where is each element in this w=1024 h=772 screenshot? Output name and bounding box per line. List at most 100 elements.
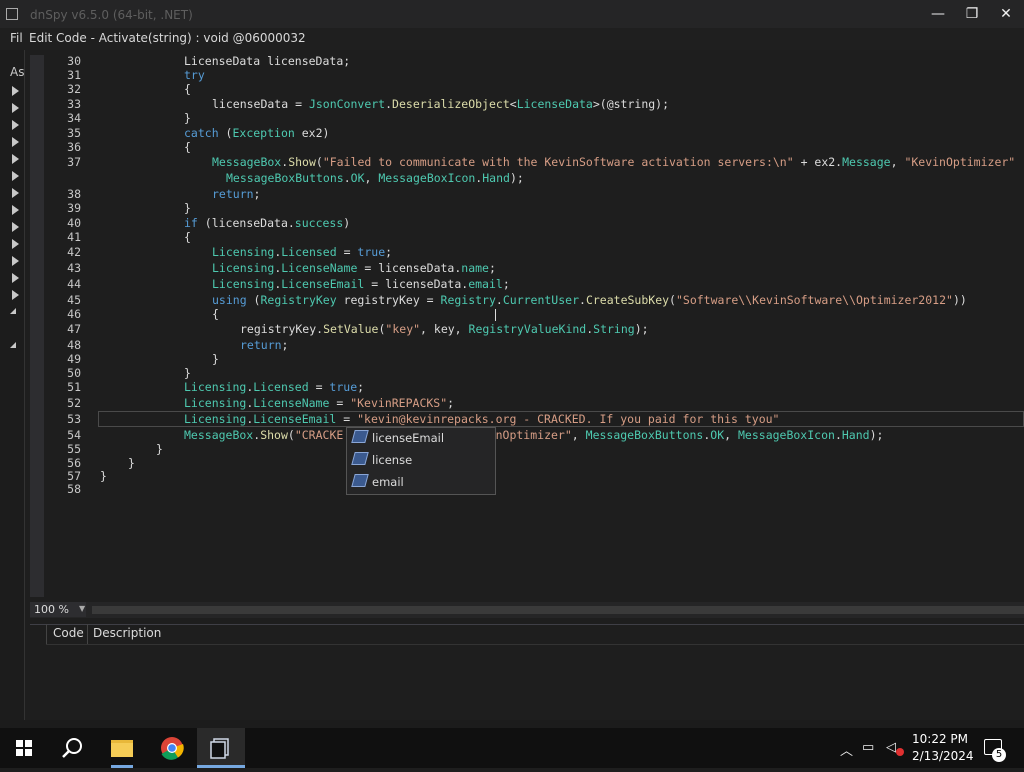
code-line[interactable]: 32 {	[48, 81, 1024, 97]
code-text: {	[184, 82, 191, 96]
close-button[interactable]: ✕	[989, 0, 1023, 28]
field-icon	[351, 452, 369, 465]
menu-file[interactable]: Fil	[10, 31, 23, 45]
line-number: 53	[67, 412, 81, 426]
expand-arrow-icon[interactable]	[12, 86, 19, 96]
line-number: 46	[67, 307, 81, 321]
expand-arrow-icon[interactable]	[12, 154, 19, 164]
windows-icon	[16, 740, 32, 756]
expand-arrow-icon[interactable]	[12, 188, 19, 198]
dnspy-taskbar-button[interactable]	[197, 728, 245, 768]
expand-arrow-icon[interactable]	[12, 137, 19, 147]
code-text: {	[184, 140, 191, 154]
start-button[interactable]	[0, 728, 48, 768]
code-line[interactable]: 58	[48, 481, 1024, 497]
code-line[interactable]: 36 {	[48, 139, 1024, 155]
code-text: }	[184, 201, 191, 215]
line-number: 39	[67, 201, 81, 215]
notification-count: 5	[992, 748, 1006, 762]
window-stack-icon	[197, 738, 245, 768]
code-line[interactable]: 37 MessageBox.Show("Failed to communicate…	[48, 154, 1024, 170]
mouse-cursor-icon	[495, 309, 496, 321]
expand-arrow-icon[interactable]	[12, 120, 19, 130]
code-line[interactable]: 52 Licensing.LicenseName = "KevinREPACKS"…	[48, 395, 1024, 411]
column-header-description[interactable]: Description	[93, 626, 161, 640]
network-icon[interactable]: ▭	[862, 740, 874, 755]
header-divider	[46, 644, 1024, 645]
minimize-button[interactable]: —	[921, 0, 955, 28]
autocomplete-item[interactable]: email	[351, 472, 491, 492]
code-text: Licensing.LicenseEmail = licenseData.ema…	[212, 277, 510, 291]
line-number: 47	[67, 322, 81, 336]
expand-arrow-icon[interactable]	[12, 103, 19, 113]
line-number: 44	[67, 277, 81, 291]
expand-arrow-icon[interactable]	[12, 222, 19, 232]
line-number: 41	[67, 230, 81, 244]
line-number: 43	[67, 261, 81, 275]
search-icon	[62, 738, 82, 758]
column-divider	[87, 624, 88, 644]
clock-date[interactable]: 2/13/2024	[912, 749, 974, 763]
collapse-arrow-icon[interactable]	[10, 342, 16, 348]
line-number: 58	[67, 482, 81, 496]
code-text: Licensing.LicenseEmail = "kevin@kevinrep…	[184, 412, 780, 426]
code-text: Licensing.Licensed = true;	[212, 245, 393, 259]
assembly-explorer-label: As	[10, 65, 25, 79]
code-line[interactable]: MessageBoxButtons.OK, MessageBoxIcon.Han…	[48, 170, 1024, 186]
code-line[interactable]: 43 Licensing.LicenseName = licenseData.na…	[48, 260, 1024, 276]
code-line[interactable]: 41 {	[48, 229, 1024, 245]
code-line[interactable]: 47 registryKey.SetValue("key", key, Regis…	[48, 321, 1024, 337]
column-header-code[interactable]: Code	[53, 626, 84, 640]
volume-muted-icon[interactable]: ◁	[886, 740, 896, 755]
app-icon	[6, 8, 18, 20]
expand-arrow-icon[interactable]	[12, 273, 19, 283]
code-text: {	[212, 307, 219, 321]
clock-time[interactable]: 10:22 PM	[912, 732, 968, 746]
edit-code-title: Edit Code - Activate(string) : void @060…	[29, 31, 306, 45]
code-text: Licensing.LicenseName = licenseData.name…	[212, 261, 496, 275]
autocomplete-popup: licenseEmail license email	[346, 427, 496, 495]
editor-margin	[30, 55, 44, 597]
code-line[interactable]: 53 Licensing.LicenseEmail = "kevin@kevinr…	[48, 411, 1024, 427]
code-editor[interactable]: 30 LicenseData licenseData; 31 try 32{33 lice…	[48, 53, 1024, 598]
code-text: MessageBoxButtons.OK, MessageBoxIcon.Han…	[226, 171, 524, 185]
code-line[interactable]: 34}	[48, 110, 1024, 126]
chrome-button[interactable]	[148, 728, 196, 768]
code-line[interactable]: 44 Licensing.LicenseEmail = licenseData.e…	[48, 276, 1024, 292]
collapse-arrow-icon[interactable]	[10, 308, 16, 314]
search-button[interactable]	[48, 728, 96, 768]
line-number: 42	[67, 245, 81, 259]
file-explorer-button[interactable]	[98, 728, 146, 768]
expand-arrow-icon[interactable]	[12, 239, 19, 249]
zoom-level[interactable]: 100 %	[30, 602, 86, 617]
code-text: registryKey.SetValue("key", key, Registr…	[240, 322, 649, 336]
field-icon	[351, 430, 369, 443]
code-line[interactable]: 51 Licensing.Licensed = true;	[48, 379, 1024, 395]
expand-arrow-icon[interactable]	[12, 171, 19, 181]
expand-arrow-icon[interactable]	[12, 290, 19, 300]
code-text: MessageBox.Show("Failed to communicate w…	[212, 155, 1016, 169]
line-number: 37	[67, 155, 81, 169]
code-line[interactable]: 39}	[48, 200, 1024, 216]
autocomplete-item[interactable]: licenseEmail	[351, 428, 491, 448]
expand-arrow-icon[interactable]	[12, 205, 19, 215]
line-number: 34	[67, 111, 81, 125]
assembly-explorer-strip	[0, 50, 24, 720]
expand-arrow-icon[interactable]	[12, 256, 19, 266]
window-title: dnSpy v6.5.0 (64-bit, .NET)	[30, 8, 193, 22]
chevron-down-icon[interactable]: ▼	[79, 604, 85, 613]
chevron-up-icon[interactable]: ︿	[840, 740, 853, 759]
autocomplete-item[interactable]: license	[351, 450, 491, 470]
code-text: {	[184, 230, 191, 244]
code-line[interactable]: 42 Licensing.Licensed = true;	[48, 244, 1024, 260]
maximize-button[interactable]: ❐	[955, 0, 989, 28]
horizontal-scrollbar[interactable]	[92, 606, 1024, 614]
line-number: 52	[67, 396, 81, 410]
error-list-panel	[30, 624, 1024, 721]
code-text: }	[184, 111, 191, 125]
line-number: 32	[67, 82, 81, 96]
code-line[interactable]: 46 {	[48, 306, 1024, 322]
chrome-icon	[161, 737, 184, 760]
code-text: Licensing.LicenseName = "KevinREPACKS";	[184, 396, 455, 410]
folder-icon	[111, 740, 133, 768]
